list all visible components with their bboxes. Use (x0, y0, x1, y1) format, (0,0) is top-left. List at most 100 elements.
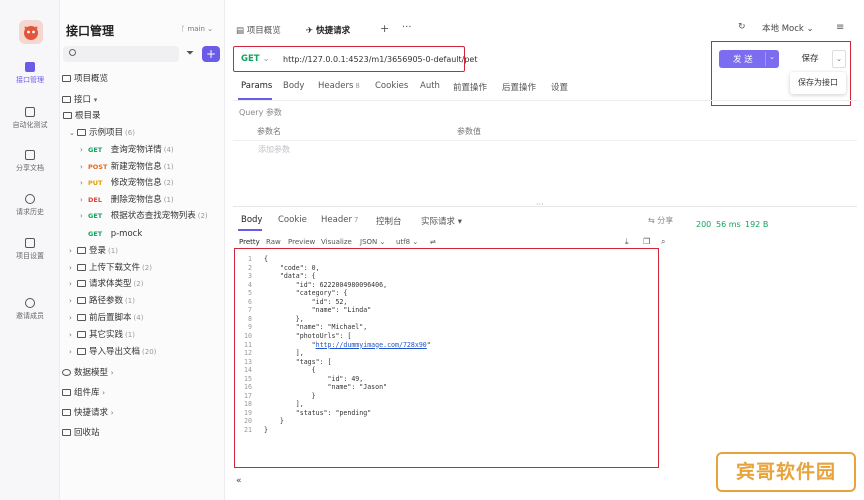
more-tabs-icon[interactable]: ··· (402, 22, 412, 33)
res-tab-console[interactable]: 控制台 (376, 215, 402, 227)
res-tab-body[interactable]: Body (241, 215, 262, 225)
chevron-right-icon: › (80, 196, 83, 204)
code-line: "status": "pending" (264, 408, 372, 417)
tree-folder[interactable]: › 其它实践 (1) (69, 327, 135, 343)
line-number: 15 (244, 374, 252, 383)
folder-icon (77, 280, 86, 287)
search-icon[interactable]: ⌕ (661, 237, 665, 247)
code-line: }, (264, 314, 304, 323)
pane-splitter[interactable] (233, 206, 857, 207)
tree-folder[interactable]: › 导入导出文档 (20) (69, 344, 156, 360)
history-icon (25, 194, 35, 204)
line-number: 13 (244, 357, 252, 366)
tab-params[interactable]: Params (241, 81, 272, 91)
tab-pre-ops[interactable]: 前置操作 (453, 81, 487, 93)
tree-folder-sample[interactable]: ⌄ 示例项目 (6) (69, 125, 135, 141)
rail-item-automation[interactable]: 自动化测试 (0, 107, 60, 130)
tree-endpoint[interactable]: › GET 根据状态查找宠物列表 (2) (80, 208, 208, 224)
chevron-down-icon[interactable]: ⌄ (769, 53, 775, 61)
tree-folder[interactable]: › 请求体类型 (2) (69, 276, 143, 292)
tree-item-root[interactable]: 根目录 (63, 108, 101, 124)
line-number: 18 (244, 400, 252, 409)
tab-post-ops[interactable]: 后置操作 (502, 81, 536, 93)
tree-item-overview[interactable]: 项目概览 (62, 71, 108, 87)
format-pretty[interactable]: Pretty (239, 238, 260, 246)
branch-selector[interactable]: ᚴ main ⌄ (181, 25, 213, 33)
chevron-down-icon: ⌄ (412, 238, 419, 246)
res-tab-cookie[interactable]: Cookie (278, 215, 307, 225)
code-line: "id": 6222004980096406, (264, 280, 388, 289)
tree-section-trash[interactable]: 回收站 (62, 425, 100, 441)
add-param-input[interactable]: 添加参数 (258, 144, 290, 155)
url-input[interactable]: http://127.0.0.1:4523/m1/3656905-0-defau… (283, 55, 477, 64)
code-line: "http://dummyimage.com/728x90" (264, 340, 431, 349)
rail-item-share-doc[interactable]: 分享文档 (0, 150, 60, 173)
collapse-sidebar-icon[interactable]: « (236, 476, 242, 486)
tree-folder[interactable]: › 前后置脚本 (4) (69, 310, 143, 326)
tab-quick-request[interactable]: ✈ 快捷请求 (306, 24, 350, 36)
tab-headers[interactable]: Headers 8 (318, 81, 360, 91)
tab-body[interactable]: Body (283, 81, 304, 91)
chevron-right-icon: › (110, 409, 114, 417)
res-tab-actual-request[interactable]: 实际请求 ▾ (421, 215, 462, 227)
response-size: 192 B (745, 220, 769, 229)
add-button[interactable]: + (202, 46, 220, 62)
send-button[interactable]: 发 送 ⌄ (719, 50, 779, 68)
line-number: 2 (248, 263, 252, 272)
tree-section-quick[interactable]: 快捷请求 › (62, 405, 119, 421)
tree-item-interfaces[interactable]: 接口 ▾ (62, 92, 102, 108)
method-selector[interactable]: GET ⌄ (241, 54, 270, 64)
format-raw[interactable]: Raw (266, 238, 281, 246)
tree-endpoint[interactable]: › POST 新建宠物信息 (1) (80, 159, 174, 175)
rail-item-invite[interactable]: 邀请成员 (0, 298, 60, 321)
drag-handle-icon[interactable]: ··· (536, 200, 544, 209)
share-button[interactable]: ⇆ 分享 (648, 215, 673, 226)
tree-section-models[interactable]: 数据模型 › (62, 365, 119, 381)
wrap-icon[interactable]: ⇌ (430, 238, 436, 246)
tab-overview[interactable]: ▤ 项目概览 (236, 24, 281, 36)
app-logo-icon (19, 20, 43, 44)
chevron-right-icon: › (69, 348, 72, 356)
code-line: { (264, 255, 268, 263)
tree-endpoint[interactable]: › PUT 修改宠物信息 (2) (80, 175, 174, 191)
folder-icon (63, 112, 72, 119)
rail-item-settings[interactable]: 项目设置 (0, 238, 60, 261)
save-button[interactable]: 保存 (788, 51, 832, 68)
new-tab-button[interactable]: + (380, 22, 389, 35)
tree-search-input[interactable] (63, 46, 179, 62)
save-as-interface-item[interactable]: 保存为接口 (790, 72, 846, 94)
format-preview[interactable]: Preview (288, 238, 315, 246)
tree-section-components[interactable]: 组件库 › (62, 385, 110, 401)
line-number: 11 (244, 340, 252, 349)
filter-button[interactable]: ⏷ (184, 47, 196, 61)
tab-auth[interactable]: Auth (420, 81, 440, 91)
res-tab-header[interactable]: Header 7 (321, 215, 358, 225)
tab-settings[interactable]: 设置 (551, 81, 568, 93)
environment-selector[interactable]: 本地 Mock ⌄ (762, 22, 814, 34)
copy-icon[interactable]: ❐ (643, 237, 650, 246)
encoding-select[interactable]: utf8 ⌄ (396, 238, 418, 246)
tree-endpoint[interactable]: › DEL 删除宠物信息 (1) (80, 192, 174, 208)
refresh-icon[interactable]: ↻ (738, 22, 746, 32)
chevron-right-icon: › (69, 314, 72, 322)
line-number: 17 (244, 391, 252, 400)
tree-folder[interactable]: › 路径参数 (1) (69, 293, 135, 309)
tree-endpoint[interactable]: › GET 查询宠物详情 (4) (80, 142, 174, 158)
tree-folder[interactable]: › 登录 (1) (69, 243, 118, 259)
tree-endpoint[interactable]: GET p-mock (88, 226, 144, 242)
format-json-select[interactable]: JSON ⌄ (360, 238, 385, 246)
save-dropdown-toggle[interactable]: ⌄ (832, 50, 846, 68)
overview-icon (62, 75, 71, 82)
bolt-icon: ✈ (306, 26, 317, 36)
download-icon[interactable]: ⤓ (625, 237, 629, 247)
quick-request-icon (62, 409, 71, 416)
code-line: "category": { (264, 289, 348, 298)
tree-folder[interactable]: › 上传下载文件 (2) (69, 260, 152, 276)
rail-item-api[interactable]: 接口管理 (0, 62, 60, 85)
tab-cookies[interactable]: Cookies (375, 81, 408, 91)
line-number: 7 (248, 306, 252, 315)
active-tab-indicator (238, 229, 262, 231)
rail-item-history[interactable]: 请求历史 (0, 194, 60, 217)
menu-icon[interactable]: ≡ (836, 22, 844, 33)
format-visualize[interactable]: Visualize (321, 238, 352, 246)
